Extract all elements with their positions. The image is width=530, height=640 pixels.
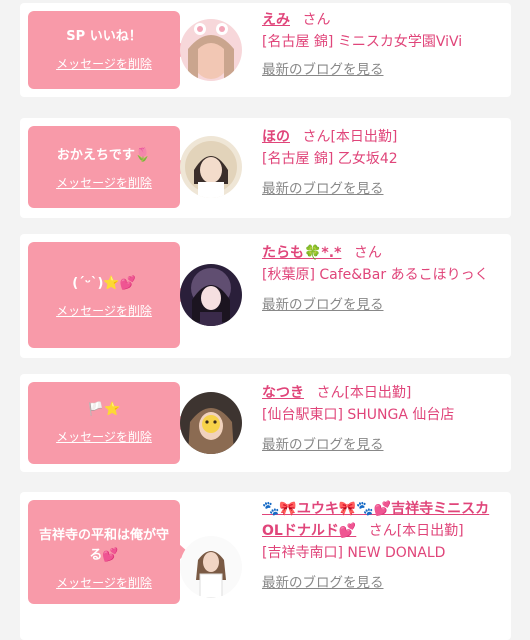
message-text: 🏳️⭐ bbox=[87, 402, 121, 417]
message-list: SP いいね！ メッセージを削除 えみ さん [名古屋 錦] ミニスカ女学園Vi… bbox=[0, 0, 530, 640]
honorific: さん bbox=[353, 245, 382, 261]
honorific: さん bbox=[302, 12, 331, 28]
girl-name-link[interactable]: えみ bbox=[262, 12, 290, 28]
avatar-image bbox=[180, 392, 242, 454]
delete-message-link[interactable]: メッセージを削除 bbox=[56, 55, 152, 72]
girl-info: たらも🍀*.* さん [秋葉原] Cafe&Bar あるこほりっく 最新のブログ… bbox=[262, 242, 506, 316]
girl-info: ほの さん[本日出勤] [名古屋 錦] 乙女坂42 最新のブログを見る bbox=[262, 126, 506, 200]
avatar-image bbox=[180, 136, 242, 198]
latest-blog-link[interactable]: 最新のブログを見る bbox=[262, 294, 506, 316]
avatar-image bbox=[180, 264, 242, 326]
girl-name-link[interactable]: なつき bbox=[262, 385, 304, 401]
avatar-image bbox=[180, 19, 242, 81]
girl-info: えみ さん [名古屋 錦] ミニスカ女学園ViVi 最新のブログを見る bbox=[262, 9, 506, 81]
latest-blog-link[interactable]: 最新のブログを見る bbox=[262, 434, 506, 456]
avatar[interactable] bbox=[180, 536, 242, 598]
avatar[interactable] bbox=[180, 19, 242, 81]
list-item: (ˊᵕˋ)⭐💕 メッセージを削除 たらも🍀*.* さん [秋葉原] Cafe&B… bbox=[20, 234, 511, 358]
girl-name-link[interactable]: たらも🍀*.* bbox=[262, 245, 341, 261]
girl-info: なつき さん[本日出勤] [仙台駅東口] SHUNGA 仙台店 最新のブログを見… bbox=[262, 382, 506, 456]
message-bubble: 吉祥寺の平和は俺が守る💕 メッセージを削除 bbox=[28, 500, 188, 604]
list-item: SP いいね！ メッセージを削除 えみ さん [名古屋 錦] ミニスカ女学園Vi… bbox=[20, 3, 511, 97]
avatar-image bbox=[180, 536, 242, 598]
message-text: 吉祥寺の平和は俺が守る💕 bbox=[38, 528, 169, 563]
latest-blog-link[interactable]: 最新のブログを見る bbox=[262, 572, 506, 594]
status-label: [本日出勤] bbox=[396, 523, 464, 539]
message-bubble: (ˊᵕˋ)⭐💕 メッセージを削除 bbox=[28, 242, 188, 348]
avatar[interactable] bbox=[180, 264, 242, 326]
status-label: [本日出勤] bbox=[344, 385, 412, 401]
girl-info: 🐾🎀ユウキ🎀🐾💕吉祥寺ミニスカOLドナルド💕 さん[本日出勤] [吉祥寺南口] … bbox=[262, 498, 506, 594]
list-item: おかえちです🌷 メッセージを削除 ほの さん[本日出勤] [名古屋 錦] 乙女坂… bbox=[20, 118, 511, 218]
latest-blog-link[interactable]: 最新のブログを見る bbox=[262, 59, 506, 81]
list-item: 吉祥寺の平和は俺が守る💕 メッセージを削除 🐾🎀ユウキ🎀🐾💕吉祥寺ミニスカOLド… bbox=[20, 492, 511, 640]
message-bubble: おかえちです🌷 メッセージを削除 bbox=[28, 126, 188, 208]
shop-name: [吉祥寺南口] NEW DONALD bbox=[262, 545, 446, 561]
status-label: [本日出勤] bbox=[330, 129, 398, 145]
shop-name: [仙台駅東口] SHUNGA 仙台店 bbox=[262, 407, 455, 423]
message-text: おかえちです🌷 bbox=[56, 148, 152, 163]
avatar[interactable] bbox=[180, 136, 242, 198]
honorific: さん bbox=[302, 129, 331, 145]
girl-name-link[interactable]: ほの bbox=[262, 129, 290, 145]
list-item: 🏳️⭐ メッセージを削除 なつき さん[本日出勤] [仙台駅東口] SHUNGA… bbox=[20, 374, 511, 472]
delete-message-link[interactable]: メッセージを削除 bbox=[56, 428, 152, 445]
avatar[interactable] bbox=[180, 392, 242, 454]
delete-message-link[interactable]: メッセージを削除 bbox=[56, 574, 152, 591]
delete-message-link[interactable]: メッセージを削除 bbox=[56, 302, 152, 319]
shop-name: [秋葉原] Cafe&Bar あるこほりっく bbox=[262, 267, 489, 283]
shop-name: [名古屋 錦] 乙女坂42 bbox=[262, 151, 398, 167]
delete-message-link[interactable]: メッセージを削除 bbox=[56, 174, 152, 191]
honorific: さん bbox=[316, 385, 345, 401]
message-bubble: SP いいね！ メッセージを削除 bbox=[28, 11, 188, 89]
message-text: SP いいね！ bbox=[66, 29, 142, 44]
message-text: (ˊᵕˋ)⭐💕 bbox=[72, 276, 136, 291]
shop-name: [名古屋 錦] ミニスカ女学園ViVi bbox=[262, 34, 463, 50]
message-bubble: 🏳️⭐ メッセージを削除 bbox=[28, 382, 188, 464]
honorific: さん bbox=[368, 523, 397, 539]
latest-blog-link[interactable]: 最新のブログを見る bbox=[262, 178, 506, 200]
